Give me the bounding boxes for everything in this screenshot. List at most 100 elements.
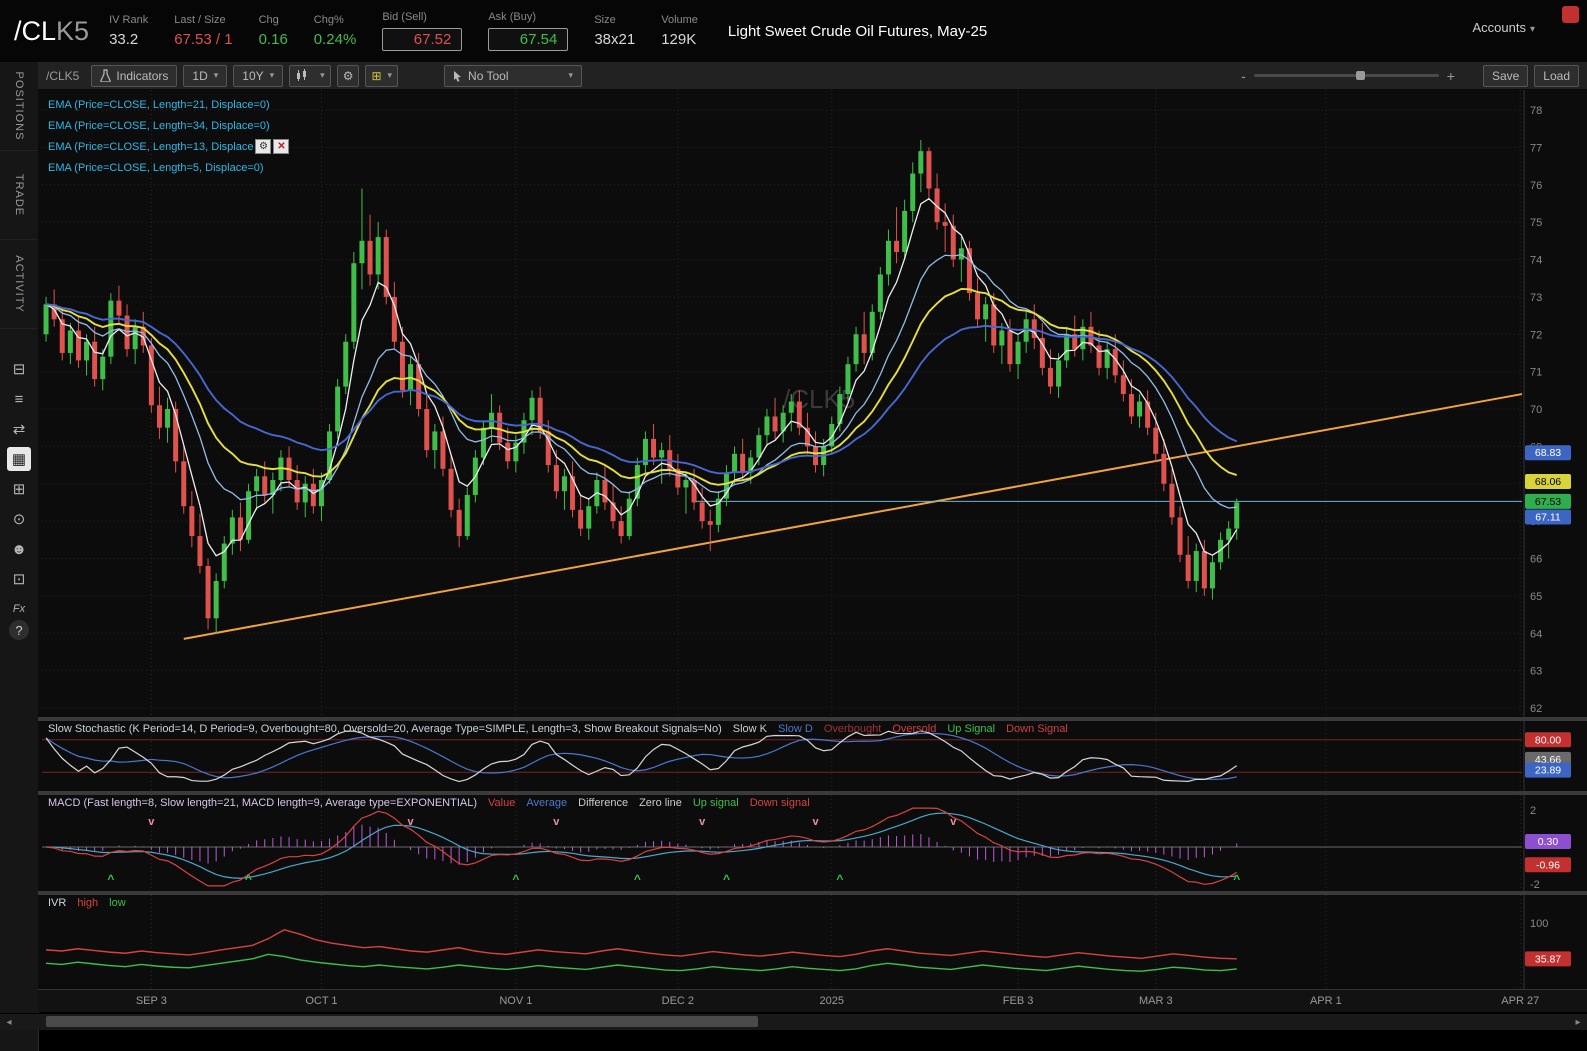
study-ema-13[interactable]: EMA (Price=CLOSE, Length=13, Displace ⚙ …: [48, 136, 290, 157]
svg-text:-2: -2: [1530, 879, 1540, 891]
chart-icon[interactable]: ▦: [7, 447, 31, 471]
scroll-right-icon[interactable]: ▸: [1571, 1015, 1585, 1029]
svg-text:^: ^: [836, 872, 843, 886]
zoom-slider[interactable]: [1253, 71, 1439, 80]
load-button[interactable]: Load: [1534, 64, 1579, 87]
time-axis: SEP 3 OCT 1 NOV 1 DEC 2 2025 FEB 3 MAR 3 APR 1 A…: [38, 989, 1587, 1012]
sidebar-tab-activity[interactable]: ACTIVITY: [0, 240, 38, 329]
scrollbar-thumb[interactable]: [46, 1016, 758, 1027]
study-ema-21[interactable]: EMA (Price=CLOSE, Length=21, Displace=0): [48, 94, 289, 115]
range-dropdown[interactable]: 10Y ▾: [233, 64, 284, 87]
symbol: /CLK5: [14, 15, 90, 46]
sidebar-tab-positions[interactable]: POSITIONS: [0, 62, 38, 151]
sidebar-tab-trade[interactable]: TRADE: [0, 151, 38, 240]
time-axis-label: NOV 1: [499, 995, 533, 1007]
macd-canvas[interactable]: ^ v ^ v ^ v ^ v ^ v ^ v ^ 2 -2 0.30 -0.96: [38, 795, 1587, 891]
archive-icon[interactable]: ⊡: [7, 567, 31, 591]
grid-icon: ⊞: [371, 68, 382, 83]
chevron-down-icon: ▾: [1529, 24, 1535, 35]
svg-text:71: 71: [1530, 367, 1542, 379]
svg-text:v: v: [812, 816, 819, 828]
horizontal-scrollbar[interactable]: ◂ ▸: [0, 1013, 1587, 1030]
svg-text:66: 66: [1530, 554, 1542, 566]
chevron-down-icon: ▾: [568, 70, 574, 80]
svg-text:68.83: 68.83: [1535, 447, 1561, 459]
svg-text:77: 77: [1530, 142, 1542, 154]
trading-app: /CLK5 IV Rank 33.2 Last / Size 67.53 / 1 C…: [0, 0, 1587, 1051]
drawing-tool-dropdown[interactable]: No Tool ▾: [444, 64, 583, 87]
trade-icon[interactable]: ⇄: [7, 417, 31, 441]
svg-text:65: 65: [1530, 591, 1542, 603]
time-axis-label: APR 1: [1309, 995, 1342, 1007]
scroll-left-icon[interactable]: ◂: [2, 1015, 16, 1029]
toolbar-symbol-label: /CLK5: [46, 68, 80, 83]
zoom-out-button[interactable]: -: [1233, 68, 1254, 84]
zoom-in-button[interactable]: +: [1439, 68, 1463, 84]
study-ema-5[interactable]: EMA (Price=CLOSE, Length=5, Displace=0): [48, 157, 289, 178]
macd-label[interactable]: MACD (Fast length=8, Slow length=21, MAC…: [48, 797, 821, 809]
svg-text:v: v: [699, 816, 706, 828]
ivr-label[interactable]: IVR high low: [48, 897, 137, 909]
svg-text:100: 100: [1530, 918, 1548, 930]
candlestick-icon: [297, 69, 307, 81]
ask-button[interactable]: Ask (Buy) 67.54: [488, 11, 569, 51]
svg-text:v: v: [148, 816, 155, 828]
svg-text:62: 62: [1530, 703, 1542, 715]
header: /CLK5 IV Rank 33.2 Last / Size 67.53 / 1 C…: [0, 0, 1587, 63]
time-axis-label: MAR 3: [1138, 995, 1173, 1007]
people-icon[interactable]: ☻: [7, 537, 31, 561]
calculator-icon[interactable]: ⊟: [7, 357, 31, 381]
field-size: Size 38x21: [594, 14, 636, 48]
time-axis-label: APR 27: [1501, 995, 1540, 1007]
fx-icon[interactable]: Fx: [7, 597, 31, 621]
clock-icon[interactable]: ⊙: [7, 507, 31, 531]
svg-text:76: 76: [1530, 180, 1542, 192]
bid-button[interactable]: Bid (Sell) 67.52: [382, 11, 463, 51]
apps-icon[interactable]: ⊞: [7, 477, 31, 501]
status-icon[interactable]: [1562, 6, 1579, 23]
chevron-down-icon: ▾: [320, 70, 325, 80]
chart-type-dropdown[interactable]: ▾: [289, 64, 331, 87]
field-iv-rank: IV Rank 33.2: [109, 14, 149, 48]
chevron-down-icon: ▾: [387, 70, 393, 80]
zoom-control: - +: [1233, 68, 1463, 84]
main-chart-canvas[interactable]: 6263646566676869707172737475767778/CLK56…: [38, 90, 1587, 717]
list-icon[interactable]: ≡: [7, 387, 31, 411]
study-close-icon[interactable]: ✕: [273, 139, 290, 154]
svg-text:-0.96: -0.96: [1536, 859, 1560, 871]
timeframe-dropdown[interactable]: 1D ▾: [183, 64, 228, 87]
svg-text:35.87: 35.87: [1535, 953, 1561, 965]
flask-icon: [100, 69, 112, 82]
svg-text:78: 78: [1530, 105, 1542, 117]
help-icon[interactable]: ?: [9, 620, 29, 640]
zoom-slider-handle[interactable]: [1355, 71, 1365, 80]
svg-text:68.06: 68.06: [1535, 476, 1561, 488]
field-volume: Volume 129K: [661, 14, 698, 48]
time-axis-label: 2025: [819, 995, 844, 1007]
svg-text:2: 2: [1530, 805, 1536, 817]
chevron-down-icon: ▾: [269, 70, 275, 80]
indicators-button[interactable]: Indicators: [91, 64, 178, 87]
svg-text:v: v: [553, 816, 560, 828]
ivr-canvas[interactable]: 100 35.87: [38, 895, 1587, 989]
svg-text:0.30: 0.30: [1538, 836, 1559, 848]
save-button[interactable]: Save: [1482, 64, 1529, 87]
svg-text:73: 73: [1530, 292, 1542, 304]
grid-layout-dropdown[interactable]: ⊞ ▾: [365, 64, 399, 87]
svg-text:70: 70: [1530, 404, 1542, 416]
pointer-icon: [454, 70, 462, 82]
chart-settings-button[interactable]: ⚙: [336, 64, 360, 87]
svg-text:72: 72: [1530, 329, 1542, 341]
study-settings-icon[interactable]: ⚙: [255, 139, 272, 154]
svg-text:^: ^: [634, 872, 641, 886]
sidebar: POSITIONS TRADE ACTIVITY ⊟ ≡ ⇄ ▦ ⊞ ⊙ ☻ ⊡ Fx ?: [0, 62, 39, 1051]
svg-text:74: 74: [1530, 255, 1542, 267]
ivr-panel: 100 35.87 IVR high low: [38, 895, 1587, 989]
stochastic-label[interactable]: Slow Stochastic (K Period=14, D Period=9…: [48, 723, 1079, 735]
svg-text:67.11: 67.11: [1535, 512, 1561, 524]
field-chg: Chg 0.16: [258, 14, 288, 48]
svg-text:^: ^: [723, 872, 730, 886]
svg-text:80.00: 80.00: [1535, 734, 1561, 746]
accounts-dropdown[interactable]: Accounts ▾: [1472, 20, 1535, 35]
study-ema-34[interactable]: EMA (Price=CLOSE, Length=34, Displace=0): [48, 115, 289, 136]
